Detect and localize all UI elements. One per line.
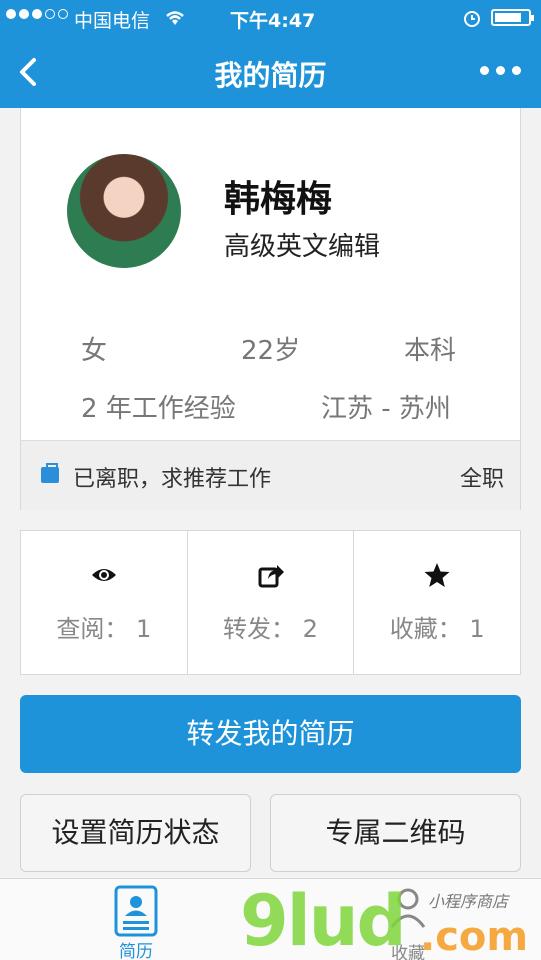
- share-icon: [258, 565, 284, 588]
- page-title: 我的简历: [214, 59, 327, 92]
- watermark-com: .com: [420, 914, 529, 960]
- forward-resume-button[interactable]: 转发我的简历: [20, 695, 521, 773]
- tab-resume[interactable]: 简历: [108, 885, 164, 960]
- stat-shares: 转发： 2: [186, 531, 354, 674]
- stat-favorites: 收藏： 1: [353, 531, 520, 674]
- set-resume-status-button[interactable]: 设置简历状态: [20, 794, 251, 872]
- nav-bar: 我的简历: [0, 36, 541, 108]
- eye-icon: [91, 569, 116, 581]
- watermark-logo: 9lud: [240, 880, 407, 960]
- watermark-tagline: 小程序商店: [428, 892, 509, 911]
- qr-code-button[interactable]: 专属二维码: [270, 794, 521, 872]
- clock: 下午4:47: [230, 10, 316, 32]
- alarm-icon: [464, 11, 480, 27]
- carrier-label: 中国电信: [74, 10, 151, 32]
- job-status-bar: 已离职，求推荐工作 全职: [21, 440, 520, 510]
- tab-resume-label: 简历: [119, 942, 153, 960]
- battery-level: [495, 13, 521, 22]
- briefcase-icon: [41, 463, 59, 483]
- profile-job-title: 高级英文编辑: [224, 232, 381, 262]
- resume-icon: [114, 885, 158, 937]
- stat-views: 查阅： 1: [21, 531, 187, 674]
- wifi-icon: [166, 11, 184, 25]
- profile-name: 韩梅梅: [224, 179, 333, 220]
- education: 本科: [404, 336, 457, 366]
- job-type: 全职: [459, 467, 504, 492]
- battery-icon: [491, 9, 534, 26]
- star-icon: [424, 563, 450, 587]
- status-bar: 中国电信 下午4:47: [0, 0, 541, 36]
- job-status-text: 已离职，求推荐工作: [73, 467, 272, 492]
- experience: 2 年工作经验: [81, 394, 236, 424]
- avatar: [67, 154, 181, 268]
- signal-icon: [6, 9, 68, 19]
- stats-panel: 查阅： 1 转发： 2 收藏： 1: [20, 530, 521, 675]
- profile-card: 韩梅梅 高级英文编辑 女 22岁 本科 2 年工作经验 江苏 - 苏州 已离职，…: [20, 108, 521, 510]
- age: 22岁: [241, 336, 301, 366]
- stat-shares-label: 转发： 2: [223, 615, 318, 643]
- location: 江苏 - 苏州: [321, 394, 451, 424]
- gender: 女: [81, 336, 108, 366]
- more-icon[interactable]: [480, 66, 521, 75]
- stat-favorites-label: 收藏： 1: [389, 615, 485, 643]
- stat-views-label: 查阅： 1: [56, 615, 152, 643]
